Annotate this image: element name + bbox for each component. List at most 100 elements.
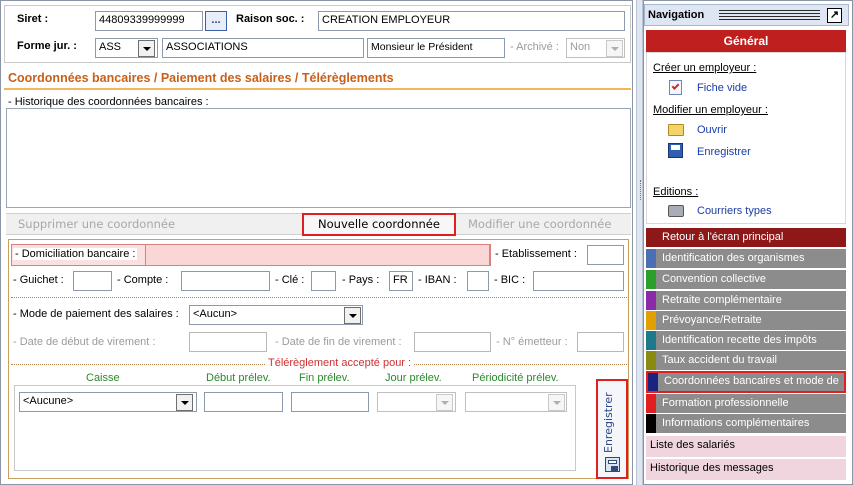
col-fin: Fin prélev. [299, 372, 350, 384]
pays-field[interactable]: FR [389, 271, 413, 291]
save-icon [605, 457, 620, 472]
folder-icon [668, 124, 684, 136]
debut-prelev-field[interactable] [204, 392, 283, 412]
group-header[interactable]: Général [646, 30, 846, 52]
color-swatch [646, 311, 656, 330]
section-title: Coordonnées bancaires / Paiement des sal… [8, 71, 394, 85]
nav-item-salaries[interactable]: Liste des salariés [646, 436, 846, 457]
guichet-field[interactable] [73, 271, 112, 291]
mode-paiement-select[interactable]: <Aucun> [189, 305, 363, 325]
nav-item-historique[interactable]: Historique des messages [646, 459, 846, 480]
mode-paiement-label: - Mode de paiement des salaires : [13, 308, 179, 320]
nav-item-label: Retour à l'écran principal [662, 231, 784, 243]
nav-item-coordonnees[interactable]: Coordonnées bancaires et mode de [646, 371, 846, 393]
nav-item-label: Convention collective [662, 273, 766, 285]
pays-label: - Pays : [342, 274, 380, 286]
forme-text-field[interactable]: ASSOCIATIONS [162, 38, 364, 58]
checklist-icon [669, 80, 682, 95]
nav-item-formation[interactable]: Formation professionnelle [646, 394, 846, 413]
domiciliation-field[interactable] [145, 244, 490, 266]
nav-item-label: Formation professionnelle [662, 397, 789, 409]
caisse-dropdown-button[interactable] [176, 394, 193, 411]
etablissement-field[interactable] [587, 245, 624, 265]
navigation-grip[interactable] [719, 10, 820, 20]
col-caisse: Caisse [86, 372, 120, 384]
enregistrer-link[interactable]: Enregistrer [697, 146, 751, 158]
new-coordinate-button[interactable]: Nouvelle coordonnée [302, 213, 456, 236]
date-debut-field[interactable] [189, 332, 267, 352]
nav-item-label: Liste des salariés [650, 439, 735, 451]
bic-field[interactable] [533, 271, 624, 291]
emetteur-label: - N° émetteur : [496, 336, 568, 348]
nav-item-label: Taux accident du travail [662, 354, 777, 366]
compte-field[interactable] [181, 271, 270, 291]
create-heading: Créer un employeur : [653, 62, 757, 74]
forme-dropdown-button[interactable] [138, 40, 155, 57]
courriers-link[interactable]: Courriers types [697, 205, 772, 217]
caisse-select[interactable]: <Aucune> [19, 392, 197, 412]
section-underline [4, 88, 631, 90]
iban-field[interactable] [467, 271, 489, 291]
col-periodicite: Périodicité prélev. [472, 372, 559, 384]
save-label: Enregistrer [602, 392, 615, 453]
cle-field[interactable] [311, 271, 336, 291]
col-jour: Jour prélev. [385, 372, 442, 384]
chevron-down-icon [348, 313, 357, 318]
modify-heading: Modifier un employeur : [653, 104, 768, 116]
printer-icon [668, 205, 684, 217]
fin-prelev-field[interactable] [291, 392, 369, 412]
nav-item-accident[interactable]: Taux accident du travail [646, 351, 846, 370]
periodicite-dropdown-button[interactable] [548, 394, 565, 411]
nav-item-prevoyance[interactable]: Prévoyance/Retraite [646, 311, 846, 330]
chevron-down-icon [610, 46, 619, 51]
float-panel-icon[interactable]: ↗ [827, 8, 842, 23]
modify-coordinate-button[interactable]: Modifier une coordonnée [468, 217, 611, 231]
chevron-down-icon [142, 46, 151, 51]
siret-field[interactable]: 44809339999999 [95, 11, 203, 31]
nav-item-retour[interactable]: Retour à l'écran principal [646, 228, 846, 247]
nav-item-retraite[interactable]: Retraite complémentaire [646, 291, 846, 310]
navigation-title: Navigation [648, 9, 705, 21]
emetteur-field[interactable] [577, 332, 624, 352]
navigation-body [646, 52, 846, 224]
siret-label: Siret : [17, 13, 49, 25]
form-divider [11, 297, 627, 298]
history-list[interactable] [6, 108, 631, 208]
date-fin-label: - Date de fin de virement : [275, 336, 402, 348]
raison-field[interactable]: CREATION EMPLOYEUR [318, 11, 625, 31]
jour-dropdown-button[interactable] [436, 394, 453, 411]
iban-label: - IBAN : [418, 274, 457, 286]
save-button[interactable]: Enregistrer [596, 379, 628, 479]
save-disk-icon [668, 143, 683, 158]
archive-label: - Archivé : [510, 41, 559, 53]
col-debut: Début prélev. [206, 372, 271, 384]
cle-label: - Clé : [275, 274, 305, 286]
nav-item-label: Retraite complémentaire [662, 294, 782, 306]
nav-item-label: Prévoyance/Retraite [662, 314, 762, 326]
browse-button[interactable]: ... [205, 11, 227, 31]
fiche-vide-link[interactable]: Fiche vide [697, 82, 747, 94]
color-swatch [646, 394, 656, 413]
nav-item-convention[interactable]: Convention collective [646, 270, 846, 289]
ouvrir-link[interactable]: Ouvrir [697, 124, 727, 136]
group-title: Général [723, 34, 769, 48]
nav-item-label: Coordonnées bancaires et mode de [664, 375, 839, 387]
telereglement-label: Télérèglement accepté pour : [265, 357, 415, 369]
chevron-down-icon [440, 400, 449, 405]
nav-item-informations[interactable]: Informations complémentaires [646, 414, 846, 433]
etablissement-label: - Etablissement : [495, 248, 577, 260]
civilite-field[interactable]: Monsieur le Président [367, 38, 505, 58]
date-debut-label: - Date de début de virement : [13, 336, 156, 348]
mode-paiement-dropdown-button[interactable] [344, 307, 361, 324]
raison-label: Raison soc. : [236, 13, 305, 25]
guichet-label: - Guichet : [13, 274, 64, 286]
panel-splitter[interactable] [636, 0, 643, 485]
delete-coordinate-button[interactable]: Supprimer une coordonnée [18, 217, 175, 231]
date-fin-field[interactable] [414, 332, 491, 352]
chevron-down-icon [180, 400, 189, 405]
nav-scroll-grip[interactable] [640, 180, 643, 200]
bic-label: - BIC : [494, 274, 526, 286]
nav-item-organismes[interactable]: Identification des organismes [646, 249, 846, 268]
archive-dropdown-button[interactable] [606, 40, 623, 57]
nav-item-impots[interactable]: Identification recette des impôts [646, 331, 846, 350]
